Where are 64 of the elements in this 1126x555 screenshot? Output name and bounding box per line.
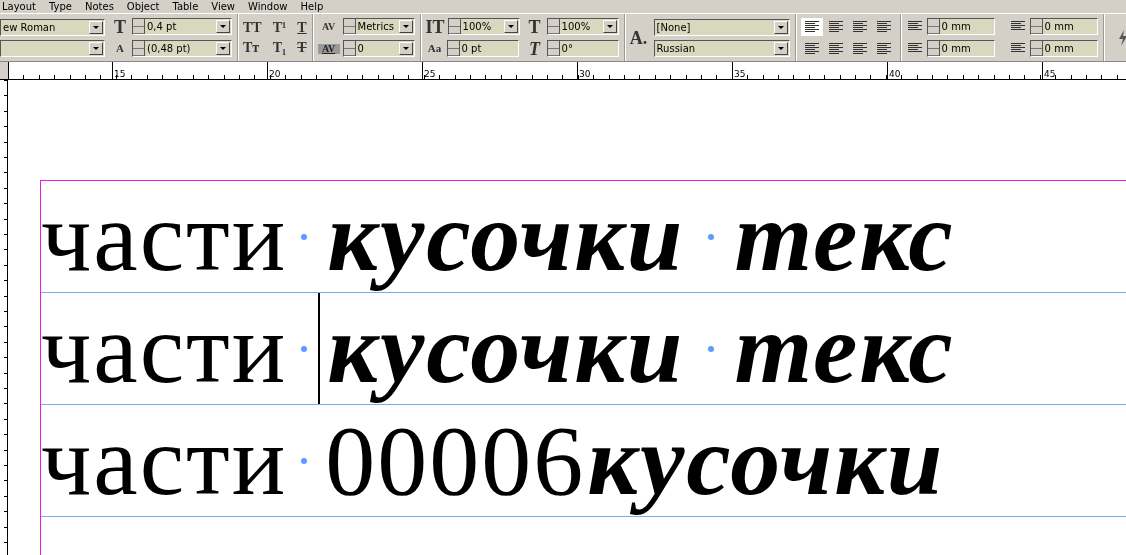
ruler-label: 40 <box>888 69 901 79</box>
indent-icon <box>1010 21 1025 32</box>
tracking-field[interactable]: 0 <box>342 40 415 57</box>
tracking-icon: AV <box>317 43 340 54</box>
space-marker <box>708 233 715 240</box>
character-style-icon: A. <box>629 28 648 47</box>
ruler-label: 25 <box>423 69 436 79</box>
menu-item[interactable]: Help <box>300 0 324 13</box>
space-marker <box>301 457 308 464</box>
ruler-label: 35 <box>733 69 746 79</box>
ruler-label: 45 <box>1043 69 1056 79</box>
horizontal-scale-icon: T <box>525 17 544 36</box>
text-run: части <box>41 293 288 405</box>
menu-item[interactable]: Layout <box>2 0 36 13</box>
horizontal-scale-field[interactable]: 100% <box>546 18 619 35</box>
align-button[interactable] <box>800 17 823 36</box>
menu-item[interactable]: Type <box>49 0 72 13</box>
font-style-dropdown[interactable] <box>0 39 105 57</box>
text-run: части <box>41 405 288 517</box>
underline-button[interactable]: T <box>297 20 307 35</box>
menu-item[interactable]: Object <box>126 0 160 13</box>
subscript-button[interactable]: T₁ <box>272 40 287 55</box>
indent-icon <box>907 21 922 32</box>
menu-item[interactable]: Window <box>248 0 288 13</box>
indent-icon <box>907 43 922 54</box>
skew-field[interactable]: 0° <box>546 40 619 57</box>
space-marker <box>301 345 308 352</box>
text-run: кусочки <box>586 405 946 517</box>
strikethrough-button[interactable]: T <box>297 40 307 55</box>
menu-item[interactable]: Table <box>172 0 199 13</box>
font-size-icon: T <box>111 17 129 36</box>
vertical-scale-icon: IT <box>425 17 445 36</box>
leading-icon: A <box>111 43 129 54</box>
skew-icon: T <box>525 39 544 58</box>
all-caps-button[interactable]: TT <box>243 20 262 35</box>
space-marker <box>301 233 308 240</box>
indent-field[interactable]: 0 mm <box>926 40 995 57</box>
text-run: текс <box>733 181 956 293</box>
indent-field[interactable]: 0 mm <box>926 18 995 35</box>
indent-field[interactable]: 0 mm <box>1029 40 1098 57</box>
font-family-dropdown[interactable]: ew Roman <box>0 18 105 36</box>
language-dropdown[interactable]: Russian <box>653 39 790 57</box>
ruler-label: 30 <box>578 69 591 79</box>
baseline-shift-field[interactable]: 0 pt <box>446 40 519 57</box>
small-caps-button[interactable]: Tт <box>243 40 262 55</box>
character-style-dropdown[interactable]: [None] <box>653 18 790 36</box>
text-run: текс <box>733 293 956 405</box>
text-run: кусочки <box>326 181 686 293</box>
vertical-scale-field[interactable]: 100% <box>447 18 520 35</box>
indent-field[interactable]: 0 mm <box>1029 18 1098 35</box>
space-marker <box>708 345 715 352</box>
superscript-button[interactable]: T¹ <box>272 20 287 35</box>
kerning-field[interactable]: Metrics <box>342 18 415 35</box>
leading-field[interactable]: (0,48 pt) <box>132 40 232 57</box>
text-run: части <box>41 181 288 293</box>
text-run: 00006 <box>325 405 586 517</box>
text-run: кусочки <box>326 293 686 405</box>
font-size-field[interactable]: 0,4 pt <box>132 18 232 35</box>
kerning-icon: AV <box>317 21 340 32</box>
menu-item[interactable]: View <box>211 0 236 13</box>
baseline-shift-icon: Aa <box>425 43 444 54</box>
lightning-icon[interactable] <box>1117 29 1126 46</box>
menu-item[interactable]: Notes <box>84 0 114 13</box>
indent-icon <box>1010 43 1025 54</box>
